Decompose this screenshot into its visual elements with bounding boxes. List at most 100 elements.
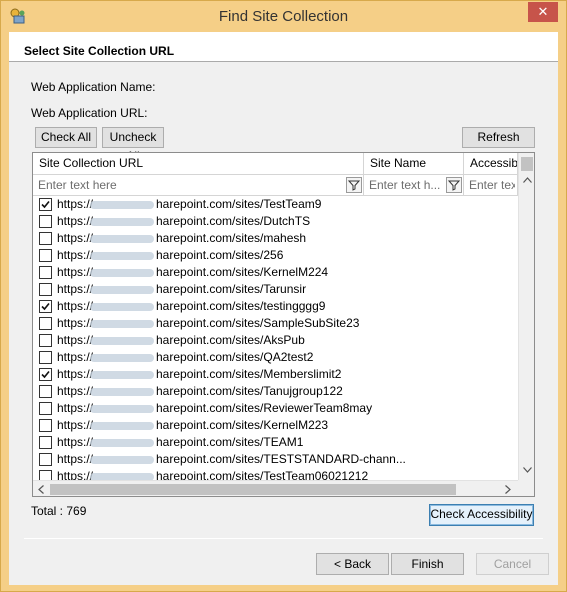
site-url: harepoint.com/sites/KernelM223	[156, 418, 329, 432]
site-url: harepoint.com/sites/256	[156, 248, 284, 262]
table-row[interactable]: https:// harepoint.com/sites/ReviewerTeam…	[33, 400, 518, 417]
row-checkbox[interactable]	[39, 402, 52, 415]
row-checkbox[interactable]	[39, 232, 52, 245]
site-url: harepoint.com/sites/SampleSubSite23	[156, 316, 360, 330]
url-prefix: https://	[57, 435, 94, 449]
table-row[interactable]: https:// harepoint.com/sites/DutchTS	[33, 213, 518, 230]
site-name-filter-cell	[364, 175, 464, 196]
table-row[interactable]: https:// harepoint.com/sites/KernelM223	[33, 417, 518, 434]
table-row[interactable]: https:// harepoint.com/sites/KernelM224	[33, 264, 518, 281]
scrollbar-corner	[518, 480, 534, 496]
redacted-tenant	[90, 337, 154, 345]
row-checkbox[interactable]	[39, 436, 52, 449]
chevron-left-icon[interactable]	[38, 485, 44, 496]
site-url: harepoint.com/sites/Tanujgroup122	[156, 384, 343, 398]
redacted-tenant	[90, 371, 154, 379]
back-button[interactable]: < Back	[316, 553, 389, 575]
table-row[interactable]: https:// harepoint.com/sites/TEAM1	[33, 434, 518, 451]
filter-icon[interactable]	[346, 177, 362, 193]
filter-icon[interactable]	[446, 177, 462, 193]
check-accessibility-button[interactable]: Check Accessibility	[429, 504, 534, 526]
row-checkbox[interactable]	[39, 334, 52, 347]
horizontal-scroll-thumb[interactable]	[50, 484, 456, 495]
url-prefix: https://	[57, 469, 94, 480]
url-prefix: https://	[57, 418, 94, 432]
site-url: harepoint.com/sites/mahesh	[156, 231, 307, 245]
site-url: harepoint.com/sites/ReviewerTeam8may	[156, 401, 373, 415]
row-checkbox[interactable]	[39, 385, 52, 398]
table-row[interactable]: https:// harepoint.com/sites/256	[33, 247, 518, 264]
redacted-tenant	[90, 201, 154, 209]
redacted-tenant	[90, 439, 154, 447]
divider	[24, 538, 543, 539]
site-url: harepoint.com/sites/DutchTS	[156, 214, 311, 228]
table-row[interactable]: https:// harepoint.com/sites/Tanujgroup12…	[33, 383, 518, 400]
column-header-site-name[interactable]: Site Name	[364, 153, 464, 175]
row-checkbox[interactable]	[39, 317, 52, 330]
column-header-accessibility[interactable]: Accessibili	[464, 153, 518, 175]
refresh-button[interactable]: Refresh	[462, 127, 535, 148]
table-row[interactable]: https:// harepoint.com/sites/testingggg9	[33, 298, 518, 315]
url-prefix: https://	[57, 265, 94, 279]
url-filter-input[interactable]	[33, 175, 363, 194]
table-row[interactable]: https:// harepoint.com/sites/QA2test2	[33, 349, 518, 366]
row-checkbox[interactable]	[39, 300, 52, 313]
url-prefix: https://	[57, 197, 94, 211]
chevron-right-icon[interactable]	[505, 485, 511, 496]
web-app-url-label: Web Application URL:	[31, 106, 148, 120]
horizontal-scrollbar[interactable]	[33, 480, 518, 496]
row-checkbox[interactable]	[39, 266, 52, 279]
row-checkbox[interactable]	[39, 283, 52, 296]
cancel-button[interactable]: Cancel	[476, 553, 549, 575]
row-checkbox[interactable]	[39, 470, 52, 480]
redacted-tenant	[90, 320, 154, 328]
row-checkbox[interactable]	[39, 368, 52, 381]
chevron-up-icon[interactable]	[523, 175, 532, 185]
section-title: Select Site Collection URL	[24, 44, 175, 58]
url-prefix: https://	[57, 350, 94, 364]
url-prefix: https://	[57, 282, 94, 296]
redacted-tenant	[90, 456, 154, 464]
url-prefix: https://	[57, 214, 94, 228]
redacted-tenant	[90, 218, 154, 226]
check-all-button[interactable]: Check All	[35, 127, 97, 148]
finish-button[interactable]: Finish	[391, 553, 464, 575]
table-row[interactable]: https:// harepoint.com/sites/TestTeam0602…	[33, 468, 518, 480]
table-row[interactable]: https:// harepoint.com/sites/TESTSTANDARD…	[33, 451, 518, 468]
row-checkbox[interactable]	[39, 453, 52, 466]
close-icon[interactable]: ✕	[528, 2, 558, 22]
chevron-down-icon[interactable]	[523, 465, 532, 475]
uncheck-all-button[interactable]: Uncheck All	[102, 127, 164, 163]
row-checkbox[interactable]	[39, 249, 52, 262]
url-prefix: https://	[57, 384, 94, 398]
column-header-url[interactable]: Site Collection URL	[33, 153, 364, 175]
row-checkbox[interactable]	[39, 351, 52, 364]
redacted-tenant	[90, 303, 154, 311]
dialog-body: Select Site Collection URL Web Applicati…	[9, 32, 558, 585]
table-row[interactable]: https:// harepoint.com/sites/mahesh	[33, 230, 518, 247]
window-title: Find Site Collection	[218, 8, 349, 25]
row-checkbox[interactable]	[39, 198, 52, 211]
url-prefix: https://	[57, 231, 94, 245]
dialog-window: Find Site Collection ✕ Select Site Colle…	[0, 0, 567, 592]
url-prefix: https://	[57, 367, 94, 381]
vertical-scrollbar[interactable]	[518, 153, 534, 480]
web-app-name-label: Web Application Name:	[31, 80, 156, 94]
table-row[interactable]: https:// harepoint.com/sites/Memberslimit…	[33, 366, 518, 383]
table-row[interactable]: https:// harepoint.com/sites/SampleSubSit…	[33, 315, 518, 332]
site-url: harepoint.com/sites/TestTeam9	[156, 197, 322, 211]
grid-rows: https://harepoint.com/sites/TestTeam9 htt…	[33, 196, 518, 480]
table-row[interactable]: https:// harepoint.com/sites/TestTeam9	[33, 196, 518, 213]
site-url: harepoint.com/sites/Tarunsir	[156, 282, 307, 296]
table-row[interactable]: https:// harepoint.com/sites/Tarunsir	[33, 281, 518, 298]
accessibility-filter-input[interactable]	[464, 175, 517, 194]
url-prefix: https://	[57, 316, 94, 330]
site-url: harepoint.com/sites/Memberslimit2	[156, 367, 342, 381]
row-checkbox[interactable]	[39, 419, 52, 432]
site-collection-grid: Site Collection URL Site Name Accessibil…	[32, 152, 535, 497]
row-checkbox[interactable]	[39, 215, 52, 228]
header-strip: Select Site Collection URL	[9, 32, 558, 62]
table-row[interactable]: https:// harepoint.com/sites/AksPub	[33, 332, 518, 349]
vertical-scroll-thumb[interactable]	[521, 157, 533, 171]
site-url: harepoint.com/sites/TEAM1	[156, 435, 304, 449]
